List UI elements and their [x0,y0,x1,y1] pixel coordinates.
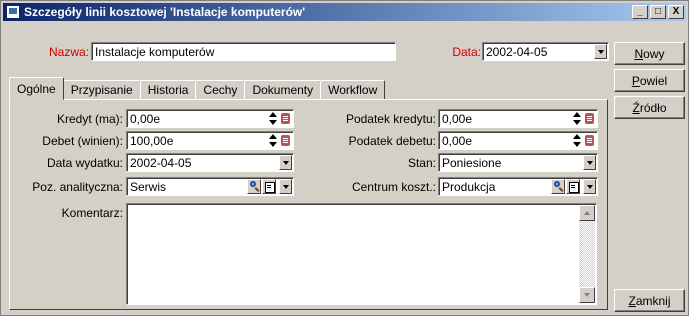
window-title: Szczegóły linii kosztowej 'Instalacje ko… [24,5,306,19]
tab-history[interactable]: Historia [139,80,197,100]
chevron-down-icon[interactable] [583,155,596,170]
expense-date-dropdown[interactable]: 2002-04-05 [126,153,294,172]
debit-tax-field[interactable]: 0,00e [438,131,598,150]
detail-icon[interactable] [262,179,276,194]
name-field[interactable]: Instalacje komputerów [91,42,396,61]
name-value: Instalacje komputerów [95,45,215,59]
new-button-label: owy [643,47,665,61]
detail-icon[interactable] [566,179,580,194]
duplicate-button-label: owiel [639,74,668,88]
status-dropdown[interactable]: Poniesione [438,153,598,172]
close-button-mnemonic: Z [628,294,636,308]
chevron-down-icon[interactable] [583,179,596,194]
search-icon[interactable] [247,179,261,194]
analytic-field[interactable]: Serwis [126,177,294,196]
source-button[interactable]: Źródło [614,96,685,119]
tab-general[interactable]: Ogólne [9,77,64,100]
new-button[interactable]: Nowy [614,42,685,65]
calculator-icon[interactable] [281,135,290,146]
debit-label: Debet (winien): [42,134,123,148]
tab-strip: Ogólne Przypisanie Historia Cechy Dokume… [9,76,386,100]
minimize-button[interactable]: _ [632,5,648,19]
credit-field[interactable]: 0,00e [126,109,294,128]
credit-tax-label: Podatek kredytu: [345,112,436,126]
chevron-down-icon[interactable] [279,179,292,194]
credit-tax-value: 0,00e [442,112,473,126]
debit-field[interactable]: 100,00e [126,131,294,150]
analytic-value: Serwis [130,180,167,194]
cost-line-details-window: Szczegóły linii kosztowej 'Instalacje ko… [0,0,689,316]
comment-scrollbar[interactable] [579,205,595,303]
search-icon[interactable] [551,179,565,194]
cost-center-label: Centrum koszt.: [351,180,436,194]
tab-assignment[interactable]: Przypisanie [62,80,141,100]
analytic-label: Poz. analityczna: [32,180,123,194]
calculator-icon[interactable] [585,113,594,124]
source-button-label: ródło [639,101,667,115]
chevron-down-icon[interactable] [594,44,607,59]
comment-label: Komentarz: [61,206,123,220]
spin-arrows-icon[interactable] [269,112,277,126]
date-value: 2002-04-05 [486,45,548,59]
new-button-mnemonic: N [634,47,644,61]
tab-documents[interactable]: Dokumenty [244,80,322,100]
debit-tax-label: Podatek debetu: [348,134,436,148]
scroll-up-icon[interactable] [579,205,595,221]
calculator-icon[interactable] [585,135,594,146]
title-bar[interactable]: Szczegóły linii kosztowej 'Instalacje ko… [3,3,686,21]
debit-value: 100,00e [130,134,174,148]
date-dropdown[interactable]: 2002-04-05 [482,42,609,61]
expense-date-label: Data wydatku: [46,156,123,170]
spin-arrows-icon[interactable] [573,112,581,126]
cost-center-field[interactable]: Produkcja [438,177,598,196]
name-label: Nazwa: [48,45,89,59]
app-window-icon [6,5,20,19]
spin-arrows-icon[interactable] [573,134,581,148]
duplicate-button[interactable]: Powiel [614,69,685,92]
duplicate-button-mnemonic: P [631,74,640,88]
credit-label: Kredyt (ma): [56,112,123,126]
maximize-button[interactable]: □ [650,5,666,19]
calculator-icon[interactable] [281,113,290,124]
source-button-mnemonic: Ź [632,101,640,115]
debit-tax-value: 0,00e [442,134,473,148]
close-button[interactable]: Zamknij [614,289,685,312]
chevron-down-icon[interactable] [279,155,292,170]
close-window-button[interactable]: X [668,5,684,19]
credit-value: 0,00e [130,112,161,126]
tab-workflow[interactable]: Workflow [320,80,386,100]
expense-date-value: 2002-04-05 [130,156,192,170]
scroll-down-icon[interactable] [579,287,595,303]
spin-arrows-icon[interactable] [269,134,277,148]
comment-textarea[interactable] [126,203,597,305]
date-label: Data: [452,45,481,59]
status-label: Stan: [407,156,436,170]
credit-tax-field[interactable]: 0,00e [438,109,598,128]
cost-center-value: Produkcja [442,180,496,194]
status-value: Poniesione [442,156,502,170]
tab-features[interactable]: Cechy [195,80,246,100]
close-button-label: amknij [635,294,671,308]
